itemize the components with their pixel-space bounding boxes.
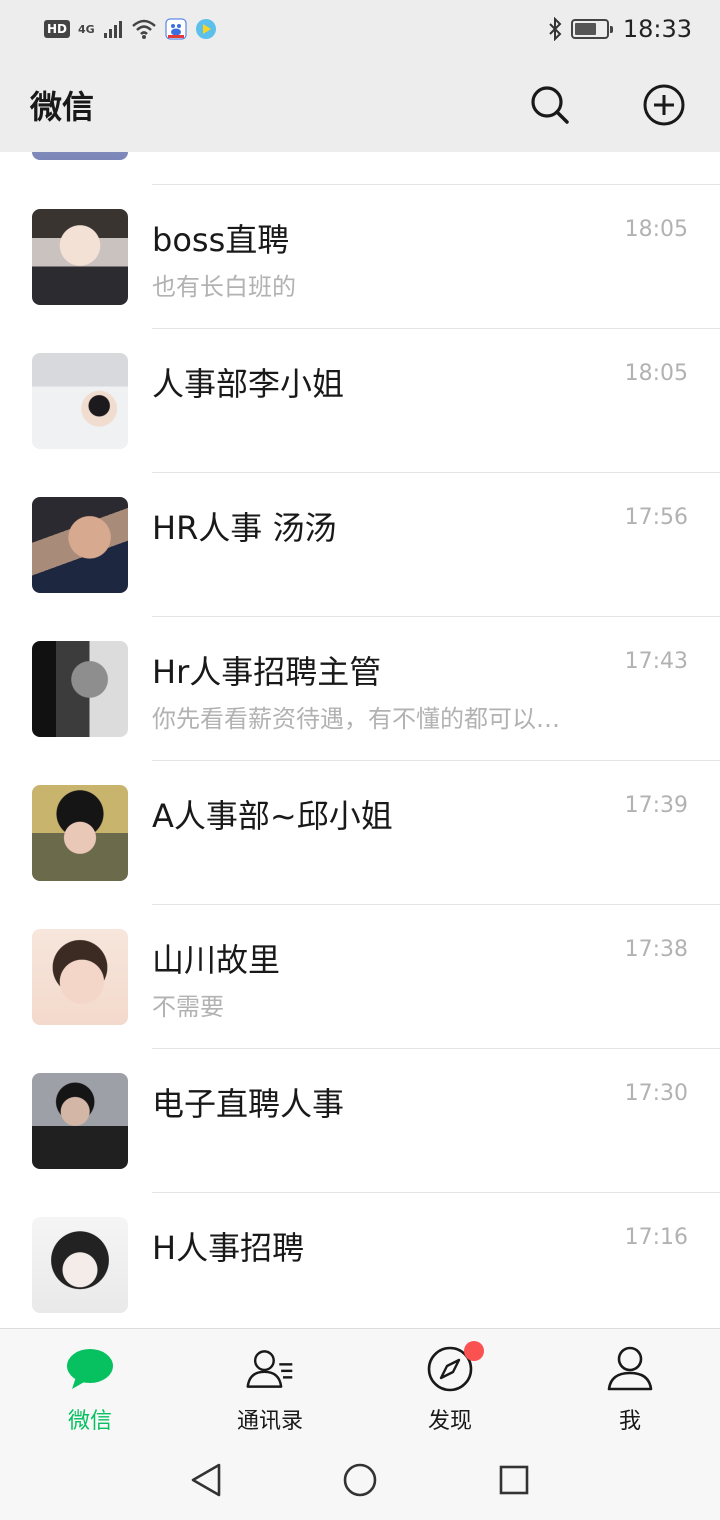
network-type: 4G <box>78 22 95 36</box>
tab-contacts[interactable]: 通讯录 <box>180 1329 360 1441</box>
app-header: 微信 <box>0 58 720 152</box>
list-item[interactable]: 人事部李小姐 18:05 <box>0 329 720 473</box>
tab-label: 通讯录 <box>236 1409 303 1434</box>
back-triangle-icon <box>191 1463 221 1497</box>
search-icon <box>531 86 569 124</box>
baidu-app-icon <box>165 18 187 40</box>
chat-time: 17:43 <box>624 649 688 674</box>
tab-chats[interactable]: 微信 <box>0 1329 180 1441</box>
recents-button[interactable] <box>492 1458 536 1502</box>
list-item[interactable]: Hr人事招聘主管 你先看看薪资待遇，有不懂的都可以… 17:43 <box>0 617 720 761</box>
avatar[interactable] <box>32 641 128 737</box>
battery-level <box>574 23 596 35</box>
tab-me[interactable]: 我 <box>540 1329 720 1441</box>
tab-label: 发现 <box>427 1409 472 1434</box>
add-button[interactable] <box>642 83 686 127</box>
list-item[interactable]: H人事招聘 17:16 <box>0 1193 720 1328</box>
chat-time: 17:30 <box>624 1081 688 1106</box>
list-item[interactable]: boss直聘 也有长白班的 18:05 <box>0 185 720 329</box>
battery-icon <box>570 19 613 39</box>
avatar[interactable] <box>32 785 128 881</box>
avatar[interactable] <box>32 1217 128 1313</box>
avatar <box>32 152 128 160</box>
chat-name: 电子直聘人事 <box>152 1085 345 1123</box>
search-button[interactable] <box>528 83 572 127</box>
status-left: HD 4G <box>44 18 217 40</box>
chat-name: boss直聘 <box>152 221 290 259</box>
chat-time: 17:38 <box>624 937 688 962</box>
back-button[interactable] <box>184 1458 228 1502</box>
contacts-icon <box>244 1343 296 1395</box>
chat-bubble-icon <box>64 1343 116 1395</box>
chat-time: 18:05 <box>624 361 688 386</box>
notification-dot <box>464 1341 484 1361</box>
list-item[interactable]: A人事部~邱小姐 17:39 <box>0 761 720 905</box>
chat-name: 山川故里 <box>152 941 281 979</box>
bottom-tab-bar: 微信 通讯录 发现 我 <box>0 1328 720 1440</box>
avatar[interactable] <box>32 1073 128 1169</box>
chat-time: 17:56 <box>624 505 688 530</box>
bluetooth-icon <box>549 17 562 41</box>
chat-name: Hr人事招聘主管 <box>152 653 382 691</box>
recents-square-icon <box>499 1465 529 1495</box>
wifi-icon <box>131 19 156 39</box>
avatar[interactable] <box>32 929 128 1025</box>
plus-circle-icon <box>643 84 685 126</box>
avatar[interactable] <box>32 353 128 449</box>
chat-name: HR人事 汤汤 <box>152 509 337 547</box>
chat-name: 人事部李小姐 <box>152 365 345 403</box>
chat-time: 17:16 <box>624 1225 688 1250</box>
header-actions <box>528 83 686 127</box>
chat-name: H人事招聘 <box>152 1229 305 1267</box>
compass-icon <box>424 1341 484 1395</box>
hd-badge: HD <box>44 20 71 38</box>
list-item[interactable]: HR人事 汤汤 17:56 <box>0 473 720 617</box>
chat-preview: 你先看看薪资待遇，有不懂的都可以… <box>152 705 560 733</box>
status-time: 18:33 <box>622 15 692 43</box>
list-item-partial[interactable] <box>0 152 720 185</box>
system-nav-bar <box>0 1440 720 1520</box>
list-item[interactable]: 山川故里 不需要 17:38 <box>0 905 720 1049</box>
chat-preview: 也有长白班的 <box>152 273 296 301</box>
chat-time: 18:05 <box>624 217 688 242</box>
avatar[interactable] <box>32 209 128 305</box>
page-title: 微信 <box>30 88 95 126</box>
signal-icon <box>103 21 122 38</box>
tab-label: 微信 <box>67 1409 112 1434</box>
person-icon <box>604 1343 656 1395</box>
avatar[interactable] <box>32 497 128 593</box>
video-app-icon <box>195 19 216 39</box>
list-item[interactable]: 电子直聘人事 17:30 <box>0 1049 720 1193</box>
tab-label: 我 <box>618 1409 641 1434</box>
home-button[interactable] <box>338 1458 382 1502</box>
chat-name: A人事部~邱小姐 <box>152 797 393 835</box>
chat-time: 17:39 <box>624 793 688 818</box>
tab-discover[interactable]: 发现 <box>360 1329 540 1441</box>
chat-preview: 不需要 <box>152 993 224 1021</box>
chat-list[interactable]: boss直聘 也有长白班的 18:05 人事部李小姐 18:05 HR人事 汤汤… <box>0 152 720 1328</box>
status-right: 18:33 <box>547 15 692 43</box>
status-bar: HD 4G 18:33 <box>0 0 720 58</box>
home-circle-icon <box>343 1463 377 1497</box>
